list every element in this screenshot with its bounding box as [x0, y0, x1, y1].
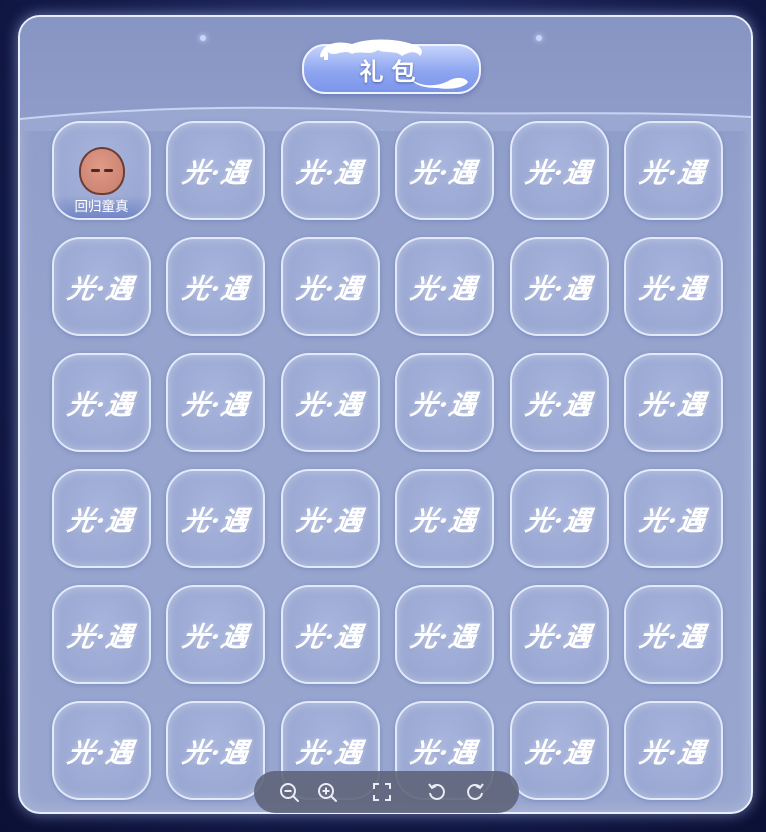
sky-logo-placeholder: 光·遇 [294, 622, 366, 653]
item-slot-empty[interactable]: 光·遇 [509, 237, 609, 336]
sky-logo-placeholder: 光·遇 [523, 274, 595, 305]
item-slot-empty[interactable]: 光·遇 [52, 469, 151, 568]
sky-logo-placeholder: 光·遇 [408, 158, 480, 189]
item-slot-empty[interactable]: 光·遇 [166, 237, 266, 336]
item-slot-empty[interactable]: 光·遇 [52, 585, 151, 684]
zoom-out-icon[interactable] [278, 781, 300, 803]
item-slot-empty[interactable]: 光·遇 [395, 121, 495, 220]
sky-logo-placeholder: 光·遇 [294, 274, 366, 305]
item-slot-empty[interactable]: 光·遇 [395, 585, 495, 684]
sky-logo-placeholder: 光·遇 [637, 738, 709, 769]
item-slot-empty[interactable]: 光·遇 [280, 237, 380, 336]
rotate-left-icon[interactable] [426, 781, 448, 803]
item-slot-empty[interactable]: 光·遇 [509, 701, 609, 800]
sky-logo-placeholder: 光·遇 [180, 622, 251, 653]
sky-logo-placeholder: 光·遇 [65, 738, 137, 769]
zoom-in-icon[interactable] [316, 781, 338, 803]
sky-logo-placeholder: 光·遇 [523, 738, 595, 769]
item-slot-empty[interactable]: 光·遇 [395, 353, 495, 452]
fullscreen-icon[interactable] [371, 781, 393, 803]
item-slot-empty[interactable]: 光·遇 [623, 353, 723, 452]
item-label: 回归童真 [54, 196, 149, 218]
title-badge: 礼包 [302, 39, 481, 94]
eye-icon [91, 169, 100, 172]
item-slot-empty[interactable]: 光·遇 [52, 353, 151, 452]
sky-logo-placeholder: 光·遇 [180, 390, 251, 421]
snow-cap-icon [412, 77, 468, 89]
sky-logo-placeholder: 光·遇 [65, 390, 137, 421]
item-slot-empty[interactable]: 光·遇 [166, 701, 266, 800]
item-slot-filled[interactable]: 回归童真 [52, 121, 151, 220]
sparkle-icon [536, 35, 542, 41]
sky-logo-placeholder: 光·遇 [637, 158, 709, 189]
sky-logo-placeholder: 光·遇 [294, 506, 366, 537]
item-slot-empty[interactable]: 光·遇 [280, 121, 380, 220]
item-slot-empty[interactable]: 光·遇 [280, 585, 380, 684]
sky-logo-placeholder: 光·遇 [180, 738, 251, 769]
item-slot-empty[interactable]: 光·遇 [509, 121, 609, 220]
eye-icon [104, 169, 113, 172]
item-slot-empty[interactable]: 光·遇 [623, 121, 723, 220]
item-slot-empty[interactable]: 光·遇 [509, 469, 609, 568]
sparkle-icon [200, 35, 206, 41]
item-slot-empty[interactable]: 光·遇 [166, 121, 266, 220]
sky-logo-placeholder: 光·遇 [65, 274, 137, 305]
item-slot-empty[interactable]: 光·遇 [623, 469, 723, 568]
sky-logo-placeholder: 光·遇 [294, 390, 366, 421]
sky-logo-placeholder: 光·遇 [408, 390, 480, 421]
item-slot-empty[interactable]: 光·遇 [623, 585, 723, 684]
sky-logo-placeholder: 光·遇 [523, 622, 595, 653]
item-slot-empty[interactable]: 光·遇 [166, 353, 266, 452]
sky-logo-placeholder: 光·遇 [408, 274, 480, 305]
gift-pack-panel: 礼包 回归童真 光·遇 光·遇 光·遇 光·遇 光·遇 光·遇 光·遇 光·遇 光·遇 光·遇 光·遇… [18, 15, 753, 814]
sky-logo-placeholder: 光·遇 [180, 158, 251, 189]
sky-logo-placeholder: 光·遇 [180, 506, 251, 537]
snow-cap-icon [320, 39, 422, 60]
item-slot-empty[interactable]: 光·遇 [395, 237, 495, 336]
sky-logo-placeholder: 光·遇 [523, 158, 595, 189]
sky-logo-placeholder: 光·遇 [637, 274, 709, 305]
item-grid: 回归童真 光·遇 光·遇 光·遇 光·遇 光·遇 光·遇 光·遇 光·遇 光·遇 光·遇 光·遇 光·遇… [52, 121, 723, 800]
item-slot-empty[interactable]: 光·遇 [166, 469, 266, 568]
item-slot-empty[interactable]: 光·遇 [52, 237, 151, 336]
item-slot-empty[interactable]: 光·遇 [280, 469, 380, 568]
sky-logo-placeholder: 光·遇 [408, 738, 480, 769]
sky-logo-placeholder: 光·遇 [294, 158, 366, 189]
sky-logo-placeholder: 光·遇 [637, 622, 709, 653]
item-slot-empty[interactable]: 光·遇 [623, 237, 723, 336]
item-slot-empty[interactable]: 光·遇 [52, 701, 151, 800]
face-mask-icon [79, 147, 125, 195]
item-slot-empty[interactable]: 光·遇 [509, 353, 609, 452]
sky-logo-placeholder: 光·遇 [180, 274, 251, 305]
item-slot-empty[interactable]: 光·遇 [280, 353, 380, 452]
sky-logo-placeholder: 光·遇 [65, 622, 137, 653]
sky-logo-placeholder: 光·遇 [523, 390, 595, 421]
sky-logo-placeholder: 光·遇 [408, 622, 480, 653]
sky-logo-placeholder: 光·遇 [637, 390, 709, 421]
sky-logo-placeholder: 光·遇 [523, 506, 595, 537]
item-slot-empty[interactable]: 光·遇 [395, 469, 495, 568]
item-slot-empty[interactable]: 光·遇 [623, 701, 723, 800]
sky-logo-placeholder: 光·遇 [637, 506, 709, 537]
sky-logo-placeholder: 光·遇 [408, 506, 480, 537]
item-slot-empty[interactable]: 光·遇 [509, 585, 609, 684]
item-slot-empty[interactable]: 光·遇 [166, 585, 266, 684]
sky-logo-placeholder: 光·遇 [294, 738, 366, 769]
rotate-right-icon[interactable] [464, 781, 486, 803]
image-viewer-toolbar [254, 771, 519, 813]
sky-logo-placeholder: 光·遇 [65, 506, 137, 537]
